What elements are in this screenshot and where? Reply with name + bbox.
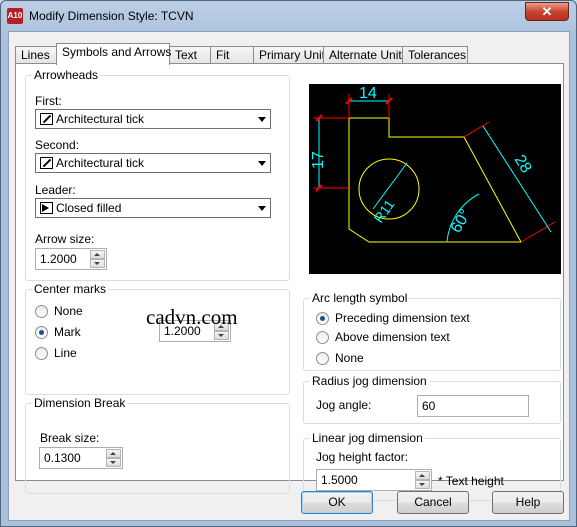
- leader-arrow-label: Leader:: [35, 183, 76, 197]
- center-mark-line-radio[interactable]: Line: [35, 346, 77, 360]
- arc-preceding-radio[interactable]: Preceding dimension text: [316, 311, 470, 325]
- closed-filled-arrow-icon: [40, 202, 53, 214]
- jog-angle-input[interactable]: 60: [417, 395, 529, 417]
- linear-jog-group-title: Linear jog dimension: [310, 431, 425, 445]
- first-arrow-value: Architectural tick: [56, 112, 145, 126]
- symbols-and-arrows-panel: Arrowheads First: Architectural tick Sec…: [15, 63, 564, 501]
- architectural-tick-icon: [40, 113, 53, 125]
- radius-jog-group: Radius jog dimension Jog angle: 60: [303, 374, 561, 424]
- center-marks-group-title: Center marks: [32, 282, 109, 296]
- chevron-down-icon: [258, 161, 266, 166]
- close-button[interactable]: ✕: [525, 2, 569, 21]
- chevron-down-icon: [258, 206, 266, 211]
- preview-dim-28: 28: [511, 152, 535, 176]
- arc-above-radio[interactable]: Above dimension text: [316, 330, 450, 344]
- spin-up-button[interactable]: [90, 250, 105, 259]
- jog-angle-label: Jog angle:: [316, 398, 372, 412]
- tab-symbols-and-arrows[interactable]: Symbols and Arrows: [56, 43, 171, 65]
- second-arrow-value: Architectural tick: [56, 156, 145, 170]
- preview-tick-marks: [315, 97, 393, 192]
- preview-part-outline: [348, 117, 522, 243]
- jog-height-factor-spinner[interactable]: 1.5000: [316, 469, 432, 491]
- preview-dim-r11: R11: [370, 196, 397, 226]
- chevron-down-icon: [258, 117, 266, 122]
- preview-geometry: [348, 117, 522, 243]
- preview-dim-17: 17: [310, 151, 327, 169]
- preview-dimension-lines: [318, 100, 552, 243]
- dialog-client-area: Lines Symbols and Arrows Text Fit Primar…: [8, 31, 570, 521]
- text-height-suffix: * Text height: [438, 474, 504, 488]
- arrowheads-group-title: Arrowheads: [32, 68, 101, 82]
- radio-circle: [316, 352, 329, 365]
- radio-circle: [316, 312, 329, 325]
- preview-dim-60: 60°: [448, 207, 475, 236]
- arrow-size-label: Arrow size:: [35, 232, 95, 246]
- spin-down-button[interactable]: [90, 259, 105, 268]
- spin-down-button[interactable]: [415, 480, 430, 489]
- dimension-break-group-title: Dimension Break: [32, 396, 128, 410]
- arrow-size-spinner[interactable]: 1.2000: [35, 248, 107, 270]
- preview-dimension-text: 14 17 28 R11 60°: [310, 85, 535, 236]
- arc-none-radio[interactable]: None: [316, 351, 364, 365]
- break-size-label: Break size:: [40, 431, 100, 445]
- jog-height-factor-value: 1.5000: [321, 473, 358, 487]
- jog-height-factor-label: Jog height factor:: [316, 450, 409, 464]
- title-bar[interactable]: A10 Modify Dimension Style: TCVN ✕: [1, 1, 576, 31]
- center-mark-mark-radio[interactable]: Mark: [35, 325, 81, 339]
- leader-arrow-value: Closed filled: [56, 201, 122, 215]
- radio-circle: [35, 347, 48, 360]
- radio-label: Mark: [54, 325, 81, 339]
- spin-down-button[interactable]: [214, 331, 229, 340]
- second-arrow-label: Second:: [35, 138, 80, 152]
- radio-label: None: [54, 304, 83, 318]
- cancel-button[interactable]: Cancel: [397, 491, 469, 514]
- spin-down-button[interactable]: [106, 458, 121, 467]
- first-arrow-label: First:: [35, 94, 62, 108]
- center-mark-none-radio[interactable]: None: [35, 304, 83, 318]
- radio-label: None: [335, 351, 364, 365]
- preview-dim-14: 14: [359, 85, 377, 102]
- arc-length-group-title: Arc length symbol: [310, 291, 410, 305]
- radio-circle: [35, 326, 48, 339]
- radio-label: Line: [54, 346, 77, 360]
- arrow-size-value: 1.2000: [40, 252, 77, 266]
- radius-jog-group-title: Radius jog dimension: [310, 374, 429, 388]
- preview-drawing: 14 17 28 R11 60°: [310, 85, 556, 243]
- spin-up-button[interactable]: [415, 471, 430, 480]
- arc-length-symbol-group: Arc length symbol Preceding dimension te…: [303, 291, 561, 371]
- watermark-text: cadvn.com: [146, 305, 238, 329]
- radio-label: Above dimension text: [335, 330, 450, 344]
- ok-button[interactable]: OK: [301, 491, 373, 514]
- radio-label: Preceding dimension text: [335, 311, 470, 325]
- break-size-value: 0.1300: [44, 451, 81, 465]
- dimension-break-group: Dimension Break Break size: 0.1300: [25, 396, 290, 494]
- architectural-tick-icon: [40, 157, 53, 169]
- dimension-preview: 14 17 28 R11 60°: [309, 84, 561, 274]
- first-arrow-select[interactable]: Architectural tick: [35, 109, 271, 129]
- spin-up-button[interactable]: [106, 449, 121, 458]
- second-arrow-select[interactable]: Architectural tick: [35, 153, 271, 173]
- arrowheads-group: Arrowheads First: Architectural tick Sec…: [25, 68, 290, 281]
- break-size-spinner[interactable]: 0.1300: [39, 447, 123, 469]
- dialog-window: A10 Modify Dimension Style: TCVN ✕ Lines…: [0, 0, 577, 527]
- help-button[interactable]: Help: [492, 491, 564, 514]
- window-title: Modify Dimension Style: TCVN: [29, 9, 194, 23]
- leader-arrow-select[interactable]: Closed filled: [35, 198, 271, 218]
- radio-circle: [35, 305, 48, 318]
- radio-circle: [316, 331, 329, 344]
- autocad-app-icon: A10: [7, 8, 23, 24]
